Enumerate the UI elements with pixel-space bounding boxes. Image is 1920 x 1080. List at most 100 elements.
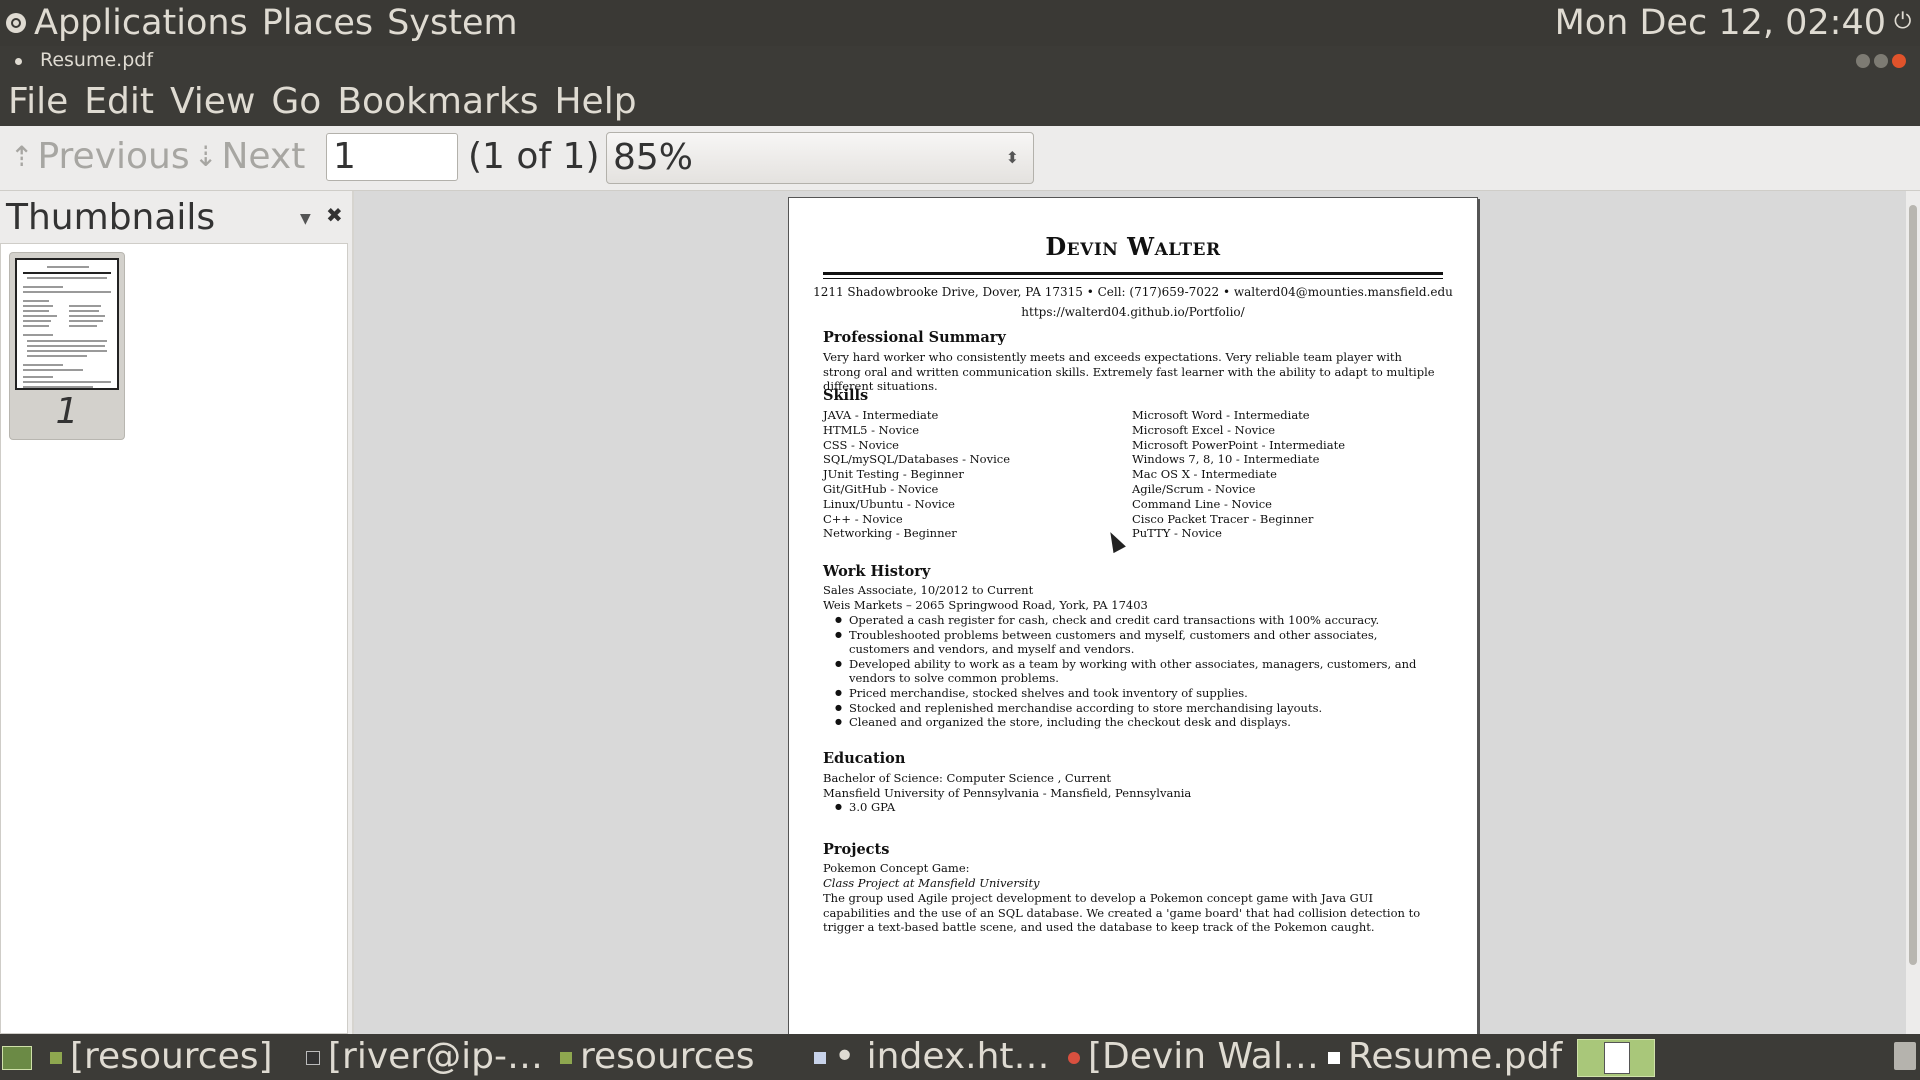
window-titlebar[interactable]: Resume.pdf [0, 46, 1920, 76]
previous-button[interactable]: ⇡ Previous [10, 136, 190, 177]
skill-item: CSS - Novice [823, 437, 899, 452]
bullet-item: Operated a cash register for cash, check… [823, 613, 1423, 628]
maximize-button[interactable] [1874, 54, 1888, 68]
arrow-up-icon: ⇡ [10, 139, 34, 173]
project-name: Pokemon Concept Game: [823, 861, 970, 875]
work-place: Weis Markets – 2065 Springwood Road, Yor… [823, 598, 1148, 612]
trash-icon[interactable] [1894, 1042, 1916, 1070]
clock[interactable]: Mon Dec 12, 02:40 [1555, 0, 1886, 46]
education-heading: Education [823, 750, 906, 767]
skill-item: JUnit Testing - Beginner [823, 467, 964, 482]
vertical-scrollbar[interactable] [1906, 191, 1920, 1034]
menu-bar: File Edit View Go Bookmarks Help [0, 76, 1920, 126]
menu-help[interactable]: Help [554, 81, 636, 122]
skill-item: Linux/Ubuntu - Novice [823, 496, 955, 511]
task-label: Resume.pdf [1348, 1036, 1563, 1077]
header-rule [823, 272, 1443, 275]
task-label: [resources] [70, 1036, 273, 1077]
next-button[interactable]: ⇣ Next [194, 135, 306, 177]
toolbar: ⇡ Previous ⇣ Next 1 (1 of 1) 85% ⬍ [0, 126, 1920, 191]
spin-arrows-icon: ⬍ [1005, 148, 1019, 167]
work-bullets: Operated a cash register for cash, check… [823, 613, 1423, 730]
chrome-icon [1068, 1052, 1080, 1064]
next-label: Next [221, 135, 306, 177]
window-title: Resume.pdf [40, 49, 154, 71]
summary-heading: Professional Summary [823, 329, 1006, 346]
bullet-item: Priced merchandise, stocked shelves and … [823, 686, 1423, 701]
ubuntu-logo-icon[interactable] [6, 13, 26, 33]
skill-item: PuTTY - Novice [1132, 526, 1222, 541]
task-index-html[interactable]: • index.ht… [814, 1034, 1050, 1080]
bullet-item: 3.0 GPA [823, 800, 1423, 815]
skills-left-column: JAVA - Intermediate HTML5 - Novice CSS -… [823, 408, 1010, 541]
skill-item: JAVA - Intermediate [823, 408, 939, 422]
skill-item: Microsoft Word - Intermediate [1132, 408, 1310, 422]
panel-menus: Applications Places System [6, 0, 532, 46]
skill-item: Networking - Beginner [823, 526, 957, 541]
work-heading: Work History [823, 563, 931, 580]
bullet-item: Troubleshooted problems between customer… [823, 628, 1423, 657]
minimize-button[interactable] [1856, 54, 1870, 68]
system-menu[interactable]: System [387, 3, 518, 43]
summary-text: Very hard worker who consistently meets … [823, 350, 1435, 394]
thumbnail-page[interactable]: 1 [9, 252, 125, 440]
education-bullets: 3.0 GPA [823, 800, 1423, 815]
bottom-panel: [resources] [river@ip-… resources • inde… [0, 1034, 1920, 1080]
power-icon[interactable]: ⏻ [1894, 11, 1914, 33]
zoom-value: 85% [613, 137, 694, 178]
show-desktop-icon[interactable] [2, 1046, 32, 1070]
arrow-down-icon: ⇣ [194, 139, 218, 173]
task-resume-pdf[interactable]: Resume.pdf [1328, 1034, 1562, 1080]
sidebar: Thumbnails ▼ ✖ 1 [0, 191, 352, 1034]
menu-edit[interactable]: Edit [84, 81, 154, 122]
skill-item: Microsoft Excel - Novice [1132, 422, 1276, 437]
menu-view[interactable]: View [170, 81, 255, 122]
projects-heading: Projects [823, 841, 890, 858]
task-label: • index.ht… [834, 1036, 1050, 1077]
dropdown-arrow-icon[interactable]: ▼ [300, 211, 311, 227]
task-label: [river@ip-… [328, 1036, 543, 1077]
project-subtitle: Class Project at Mansfield University [823, 876, 1040, 890]
task-resources[interactable]: resources [560, 1034, 754, 1080]
skills-right-column: Microsoft Word - Intermediate Microsoft … [1132, 408, 1345, 541]
scrollbar-thumb[interactable] [1909, 205, 1917, 965]
page-number-input[interactable]: 1 [326, 133, 458, 181]
terminal-icon [306, 1051, 320, 1065]
contact-info: 1211 Shadowbrooke Drive, Dover, PA 17315… [789, 282, 1477, 322]
close-sidebar-icon[interactable]: ✖ [326, 203, 343, 227]
zoom-select[interactable]: 85% ⬍ [606, 132, 1034, 184]
folder-icon [50, 1052, 62, 1064]
skill-item: Microsoft PowerPoint - Intermediate [1132, 437, 1346, 452]
bullet-item: Developed ability to work as a team by w… [823, 657, 1423, 686]
window-menu-icon[interactable] [15, 58, 22, 65]
task-browser[interactable]: [Devin Wal… [1068, 1034, 1319, 1080]
places-menu[interactable]: Places [262, 3, 373, 43]
skills-heading: Skills [823, 387, 869, 404]
skill-item: Windows 7, 8, 10 - Intermediate [1132, 452, 1320, 467]
thumbnail-image [15, 258, 119, 390]
education-degree: Bachelor of Science: Computer Science , … [823, 771, 1111, 785]
task-terminal[interactable]: [river@ip-… [306, 1034, 543, 1080]
skill-item: SQL/mySQL/Databases - Novice [823, 452, 1011, 467]
applications-menu[interactable]: Applications [34, 3, 248, 43]
page-count: (1 of 1) [468, 136, 600, 177]
skill-item: Cisco Packet Tracer - Beginner [1132, 511, 1314, 526]
menu-bookmarks[interactable]: Bookmarks [337, 81, 538, 122]
menu-file[interactable]: File [8, 81, 68, 122]
contact-line: 1211 Shadowbrooke Drive, Dover, PA 17315… [813, 285, 1453, 299]
document-viewer[interactable]: Devin Walter 1211 Shadowbrooke Drive, Do… [354, 191, 1906, 1034]
top-panel: Applications Places System Mon Dec 12, 0… [0, 0, 1920, 46]
close-button[interactable] [1892, 54, 1906, 68]
thumbnail-list: 1 [0, 243, 348, 1034]
task-label: resources [580, 1036, 755, 1077]
work-title: Sales Associate, 10/2012 to Current [823, 583, 1034, 597]
document-icon [1328, 1052, 1340, 1064]
workspace-switcher[interactable] [1577, 1039, 1655, 1077]
education-school: Mansfield University of Pennsylvania - M… [823, 786, 1192, 800]
pdf-page: Devin Walter 1211 Shadowbrooke Drive, Do… [788, 197, 1478, 1034]
sidebar-title[interactable]: Thumbnails [6, 197, 215, 238]
task-resources-folder[interactable]: [resources] [50, 1034, 273, 1080]
menu-go[interactable]: Go [271, 81, 321, 122]
bullet-item: Cleaned and organized the store, includi… [823, 715, 1423, 730]
project-description: The group used Agile project development… [823, 891, 1421, 935]
